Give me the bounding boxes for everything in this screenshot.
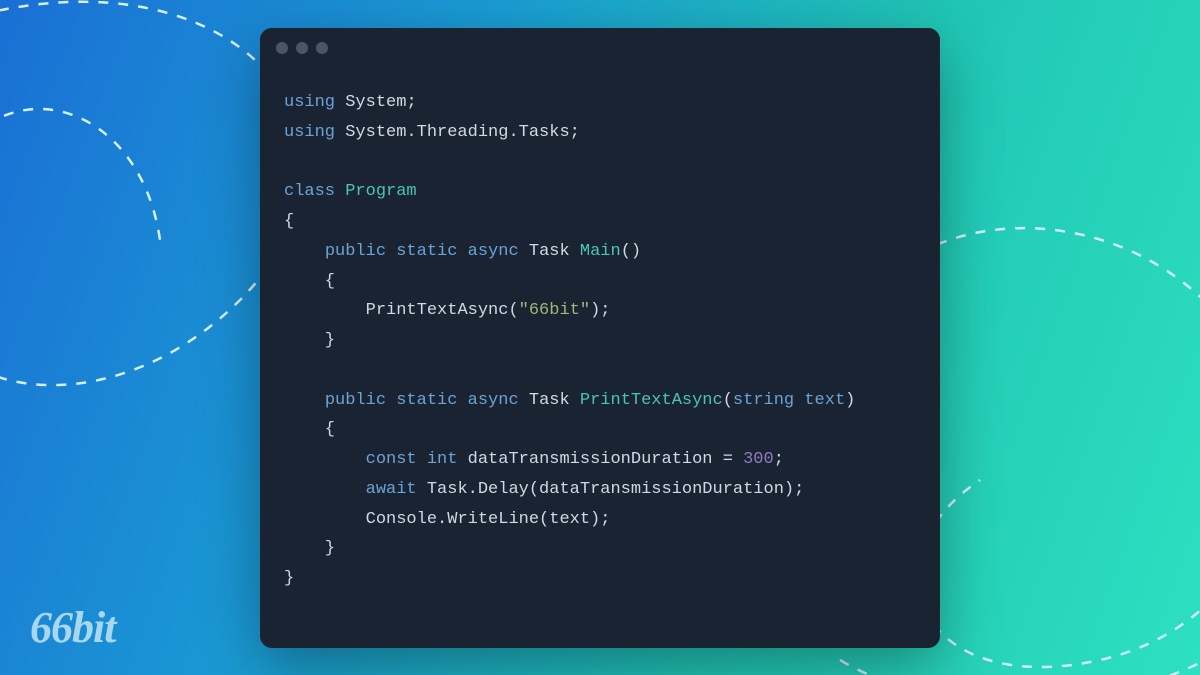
code-token (335, 123, 345, 142)
code-token: static (396, 391, 457, 410)
code-token (457, 391, 467, 410)
code-token: PrintTextAsync (366, 301, 509, 320)
code-token: Program (345, 182, 416, 201)
code-token (457, 450, 467, 469)
code-token (284, 301, 366, 320)
code-token (570, 242, 580, 261)
code-token (519, 242, 529, 261)
code-token: { (284, 272, 335, 291)
code-line: class Program (284, 177, 916, 207)
code-line: const int dataTransmissionDuration = 300… (284, 445, 916, 475)
code-line: public static async Task PrintTextAsync(… (284, 386, 916, 416)
code-line: Console.WriteLine(text); (284, 505, 916, 535)
code-token (284, 450, 366, 469)
code-token: class (284, 182, 335, 201)
code-token: ; (406, 93, 416, 112)
code-token (417, 450, 427, 469)
code-line: } (284, 534, 916, 564)
code-token: Task.Delay(dataTransmissionDuration); (427, 480, 804, 499)
code-line: PrintTextAsync("66bit"); (284, 296, 916, 326)
code-window: using System;using System.Threading.Task… (260, 28, 940, 648)
code-line: using System.Threading.Tasks; (284, 118, 916, 148)
code-token: ) (845, 391, 855, 410)
code-token: ); (590, 301, 610, 320)
code-token: } (284, 569, 294, 588)
code-token (457, 242, 467, 261)
code-token: ; (774, 450, 784, 469)
code-token (284, 242, 325, 261)
code-token: } (284, 331, 335, 350)
traffic-light-minimize-icon (296, 42, 308, 54)
code-token (386, 242, 396, 261)
code-token (570, 391, 580, 410)
code-line: { (284, 415, 916, 445)
code-token: 300 (743, 450, 774, 469)
code-token (284, 510, 366, 529)
code-token: Task (529, 242, 570, 261)
code-token: async (468, 391, 519, 410)
code-token: ( (508, 301, 518, 320)
code-token (417, 480, 427, 499)
code-token: = (713, 450, 744, 469)
code-line: { (284, 207, 916, 237)
code-line: using System; (284, 88, 916, 118)
code-line: public static async Task Main() (284, 237, 916, 267)
code-token: "66bit" (519, 301, 590, 320)
code-token: async (468, 242, 519, 261)
code-token (519, 391, 529, 410)
code-content: using System;using System.Threading.Task… (260, 68, 940, 618)
code-token (335, 182, 345, 201)
code-token: public (325, 242, 386, 261)
brand-logo: 66bit (30, 602, 115, 653)
code-token: using (284, 123, 335, 142)
code-token: int (427, 450, 458, 469)
code-line: } (284, 564, 916, 594)
code-token (794, 391, 804, 410)
window-titlebar (260, 28, 940, 68)
code-token: Task (529, 391, 570, 410)
code-token: text (804, 391, 845, 410)
code-token: dataTransmissionDuration (468, 450, 713, 469)
code-line: await Task.Delay(dataTransmissionDuratio… (284, 475, 916, 505)
code-token: await (366, 480, 417, 499)
code-token: } (284, 539, 335, 558)
code-token (284, 480, 366, 499)
traffic-light-close-icon (276, 42, 288, 54)
code-token: const (366, 450, 417, 469)
code-token: PrintTextAsync (580, 391, 723, 410)
code-line: { (284, 267, 916, 297)
code-token: using (284, 93, 335, 112)
code-token: System.Threading.Tasks (345, 123, 569, 142)
code-token: string (733, 391, 794, 410)
code-token: { (284, 212, 294, 231)
traffic-light-zoom-icon (316, 42, 328, 54)
code-line: } (284, 326, 916, 356)
code-token: { (284, 420, 335, 439)
code-token (284, 391, 325, 410)
code-line (284, 148, 916, 178)
code-token: Console.WriteLine(text); (366, 510, 611, 529)
code-token: () (621, 242, 641, 261)
code-token: public (325, 391, 386, 410)
code-token: Main (580, 242, 621, 261)
code-token: static (396, 242, 457, 261)
code-line (284, 356, 916, 386)
code-token: System (345, 93, 406, 112)
code-token: ; (570, 123, 580, 142)
code-token (335, 93, 345, 112)
code-token: ( (723, 391, 733, 410)
code-token (386, 391, 396, 410)
